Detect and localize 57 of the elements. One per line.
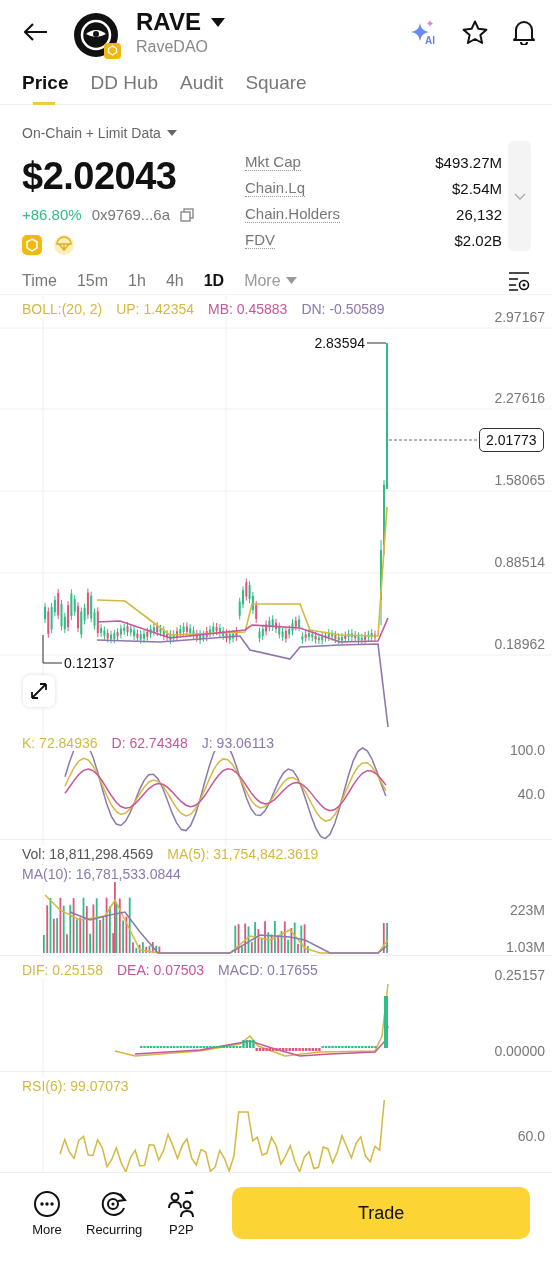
indicator-legend: DN: -0.50589	[301, 301, 385, 317]
axis-label: 40.0	[517, 786, 545, 802]
axis-label: 0.25157	[494, 967, 545, 983]
action-button[interactable]: More	[22, 1189, 72, 1237]
trade-button[interactable]: Trade	[232, 1187, 530, 1239]
stat-label[interactable]: Mkt Cap	[245, 153, 301, 171]
stat-value: 26,132	[456, 205, 502, 223]
tab[interactable]: Price	[22, 72, 69, 105]
high-price-label: 2.83594	[314, 335, 365, 351]
indicator-legend: RSI(6): 99.07073	[22, 1078, 129, 1094]
indicator-legend: UP: 1.42354	[116, 301, 194, 317]
token-symbol[interactable]: RAVE	[136, 8, 201, 36]
token-name: RaveDAO	[136, 38, 210, 56]
stat-label[interactable]: FDV	[245, 231, 275, 249]
axis-label: 1.03M	[506, 939, 545, 955]
data-source-selector[interactable]: On-Chain + Limit Data	[22, 125, 161, 141]
axis-label: 1.58065	[494, 472, 545, 488]
more-intervals-dropdown[interactable]: More	[244, 271, 281, 290]
axis-label: 100.0	[509, 742, 545, 758]
indicator-legend: DEA: 0.07503	[116, 962, 205, 978]
stat-value: $493.27M	[435, 153, 502, 171]
axis-label: 0.00000	[494, 1043, 545, 1059]
indicator-legend: DIF: 0.25158	[22, 962, 103, 978]
indicator-legend: MB: 0.45883	[208, 301, 288, 317]
interval-tab[interactable]: 1h	[128, 271, 146, 290]
axis-label: 2.27616	[494, 390, 545, 406]
indicator-legend: K: 72.84936	[22, 735, 98, 751]
stat-value: $2.02B	[454, 231, 502, 249]
tab[interactable]: DD Hub	[90, 72, 159, 105]
indicator-legend: Vol: 18,811,298.4569	[22, 846, 154, 862]
action-button[interactable]: Recurring	[86, 1189, 143, 1237]
price-change: +86.80%	[22, 206, 82, 223]
indicator-legend: MA(5): 31,754,842.3619	[167, 846, 319, 862]
stat-label[interactable]: Chain.Holders	[245, 205, 341, 223]
interval-tab[interactable]: 4h	[165, 271, 184, 290]
tab[interactable]: Audit	[180, 72, 224, 105]
interval-tab[interactable]: Time	[22, 271, 57, 290]
tab[interactable]: Square	[245, 72, 307, 105]
contract-address: 0x9769...6a	[91, 206, 171, 223]
interval-tab[interactable]: 15m	[76, 271, 109, 290]
axis-label: 0.18962	[494, 636, 545, 652]
axis-label: 60.0	[517, 1128, 545, 1144]
indicator-legend: J: 93.06113	[201, 735, 274, 751]
price: $2.02043	[22, 155, 178, 198]
stat-value: $2.54M	[451, 179, 502, 197]
indicator-legend: D: 62.74348	[111, 735, 188, 751]
stat-label[interactable]: Chain.Lq	[245, 179, 306, 197]
last-price-tag: 2.01773	[479, 428, 544, 452]
indicator-legend: BOLL:(20, 2)	[22, 301, 103, 317]
low-price-label: 0.12137	[64, 655, 115, 671]
axis-label: 223M	[509, 902, 545, 918]
axis-label: 2.97167	[494, 309, 545, 325]
axis-label: 0.88514	[494, 554, 545, 570]
action-button[interactable]: P2P	[156, 1189, 207, 1237]
indicator-legend: MA(10): 16,781,533.0844	[22, 866, 181, 882]
interval-tab[interactable]: 1D	[203, 271, 225, 290]
indicator-legend: MACD: 0.17655	[218, 962, 318, 978]
